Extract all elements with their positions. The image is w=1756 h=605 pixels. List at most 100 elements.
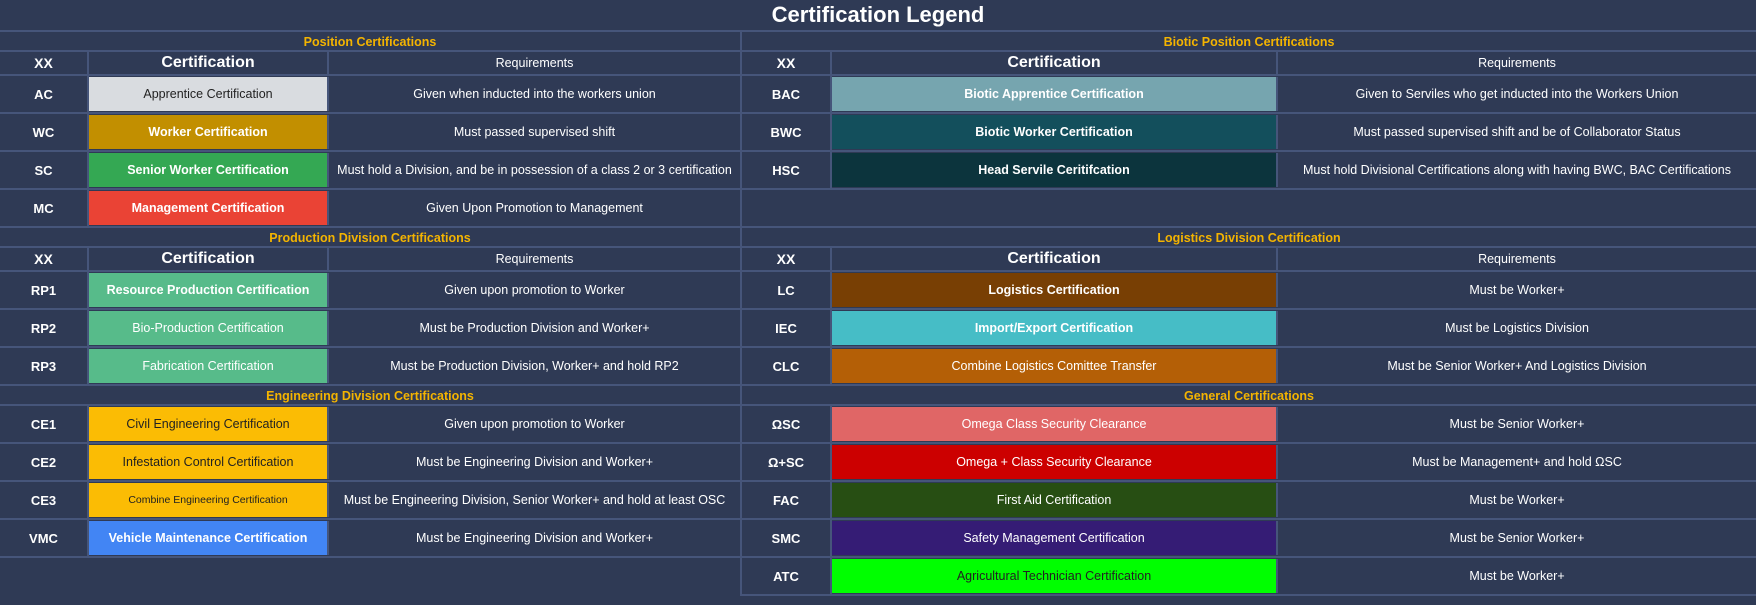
requirements-column-header: Requirements — [1478, 252, 1556, 266]
table-row: WC Worker Certification Must passed superv… — [0, 114, 740, 152]
cert-requirement: Must be Engineering Division and Worker+ — [415, 455, 654, 469]
cert-requirement: Must be Production Division, Worker+ and… — [390, 359, 679, 373]
table-row: IEC Import/Export Certification Must be Lo… — [742, 310, 1756, 348]
cert-name-cell: Omega Class Security Clearance — [832, 407, 1278, 441]
cert-code: WC — [0, 114, 89, 150]
cert-code: ATC — [742, 558, 832, 594]
logistics-section-title: Logistics Division Certification — [742, 228, 1756, 248]
table-row: CE3 Combine Engineering Certification Must… — [0, 482, 740, 520]
table-row: HSC Head Servile Ceritifcation Must hold D… — [742, 152, 1756, 190]
certification-column-header: Certification — [832, 248, 1278, 270]
cert-code: SC — [0, 152, 89, 188]
requirements-column-header: Requirements — [495, 56, 574, 70]
cert-requirement: Must be Engineering Division, Senior Wor… — [343, 493, 726, 507]
empty-row — [742, 190, 1756, 228]
certification-legend-sheet: Certification Legend Position Certificat… — [0, 0, 1756, 605]
cert-name-cell: Import/Export Certification — [832, 311, 1278, 345]
cert-requirement: Must passed supervised shift and be of C… — [1353, 125, 1681, 139]
cert-requirement: Must be Worker+ — [1469, 493, 1565, 507]
cert-name-cell: Management Certification — [89, 191, 329, 225]
cert-code: MC — [0, 190, 89, 226]
logistics-section: Logistics Division Certification XX Certif… — [742, 228, 1756, 386]
cert-name-cell: Omega + Class Security Clearance — [832, 445, 1278, 479]
cert-code: CE2 — [0, 444, 89, 480]
table-header-row: XX Certification Requirements — [742, 248, 1756, 272]
table-row: FAC First Aid Certification Must be Worker… — [742, 482, 1756, 520]
position-section: Position Certifications XX Certification Re… — [0, 32, 740, 228]
cert-name-cell: Head Servile Ceritifcation — [832, 153, 1278, 187]
table-row: ATC Agricultural Technician Certification… — [742, 558, 1756, 596]
cert-name-cell: Fabrication Certification — [89, 349, 329, 383]
cert-requirement: Must be Engineering Division and Worker+ — [415, 531, 654, 545]
table-row: RP2 Bio-Production Certification Must be P… — [0, 310, 740, 348]
cert-code: CLC — [742, 348, 832, 384]
cert-name-cell: Infestation Control Certification — [89, 445, 329, 479]
production-section: Production Division Certifications XX Cert… — [0, 228, 740, 386]
table-row: CE1 Civil Engineering Certification Given … — [0, 406, 740, 444]
biotic-section-title: Biotic Position Certifications — [742, 32, 1756, 52]
cert-name-cell: Agricultural Technician Certification — [832, 559, 1278, 593]
cert-code: BWC — [742, 114, 832, 150]
table-row: CLC Combine Logistics Comittee Transfer Mu… — [742, 348, 1756, 386]
cert-code: SMC — [742, 520, 832, 556]
cert-name-cell: Biotic Apprentice Certification — [832, 77, 1278, 111]
cert-requirement: Must be Worker+ — [1469, 569, 1565, 583]
cert-requirement: Must hold a Division, and be in possessi… — [337, 163, 732, 177]
cert-requirement: Given when inducted into the workers uni… — [413, 87, 656, 101]
cert-code: ΩSC — [742, 406, 832, 442]
right-panel: Biotic Position Certifications XX Certific… — [740, 32, 1756, 596]
code-column-header: XX — [0, 248, 89, 270]
biotic-section: Biotic Position Certifications XX Certific… — [742, 32, 1756, 228]
table-row: BAC Biotic Apprentice Certification Given … — [742, 76, 1756, 114]
table-row: MC Management Certification Given Upon Pro… — [0, 190, 740, 228]
table-row: BWC Biotic Worker Certification Must passe… — [742, 114, 1756, 152]
cert-name-cell: First Aid Certification — [832, 483, 1278, 517]
general-section-title: General Certifications — [742, 386, 1756, 406]
table-header-row: XX Certification Requirements — [0, 52, 740, 76]
cert-code: AC — [0, 76, 89, 112]
cert-name-cell: Biotic Worker Certification — [832, 115, 1278, 149]
table-row: LC Logistics Certification Must be Worker+ — [742, 272, 1756, 310]
requirements-column-header: Requirements — [1478, 56, 1556, 70]
cert-code: Ω+SC — [742, 444, 832, 480]
general-section: General Certifications ΩSC Omega Class Sec… — [742, 386, 1756, 596]
certification-column-header: Certification — [89, 248, 329, 270]
cert-requirement: Given upon promotion to Worker — [444, 417, 625, 431]
cert-name-cell: Combine Logistics Comittee Transfer — [832, 349, 1278, 383]
cert-name-cell: Apprentice Certification — [89, 77, 329, 111]
table-row: AC Apprentice Certification Given when ind… — [0, 76, 740, 114]
cert-code: FAC — [742, 482, 832, 518]
table-row: VMC Vehicle Maintenance Certification Must… — [0, 520, 740, 558]
cert-code: RP3 — [0, 348, 89, 384]
table-row: RP3 Fabrication Certification Must be Prod… — [0, 348, 740, 386]
code-column-header: XX — [742, 52, 832, 74]
cert-requirement: Must be Worker+ — [1469, 283, 1565, 297]
table-row: RP1 Resource Production Certification Give… — [0, 272, 740, 310]
cert-requirement: Must be Senior Worker+ — [1449, 417, 1585, 431]
cert-name-cell: Civil Engineering Certification — [89, 407, 329, 441]
cert-requirement: Must be Senior Worker+ And Logistics Div… — [1387, 359, 1647, 373]
cert-name-cell: Senior Worker Certification — [89, 153, 329, 187]
cert-code: VMC — [0, 520, 89, 556]
cert-name-cell: Combine Engineering Certification — [89, 483, 329, 517]
cert-code: CE3 — [0, 482, 89, 518]
page-title: Certification Legend — [0, 0, 1756, 32]
cert-name-cell: Worker Certification — [89, 115, 329, 149]
table-row: SC Senior Worker Certification Must hold a… — [0, 152, 740, 190]
cert-code: RP1 — [0, 272, 89, 308]
cert-requirement: Given Upon Promotion to Management — [426, 201, 643, 215]
cert-code: CE1 — [0, 406, 89, 442]
cert-name-cell: Vehicle Maintenance Certification — [89, 521, 329, 555]
cert-requirement: Must passed supervised shift — [453, 125, 616, 139]
cert-requirement: Must be Management+ and hold ΩSC — [1412, 455, 1622, 469]
cert-requirement: Must hold Divisional Certifications alon… — [1303, 163, 1731, 177]
cert-code: RP2 — [0, 310, 89, 346]
cert-code: BAC — [742, 76, 832, 112]
position-section-title: Position Certifications — [0, 32, 740, 52]
table-header-row: XX Certification Requirements — [0, 248, 740, 272]
production-section-title: Production Division Certifications — [0, 228, 740, 248]
cert-code: LC — [742, 272, 832, 308]
left-panel: Position Certifications XX Certification Re… — [0, 32, 740, 558]
certification-column-header: Certification — [89, 52, 329, 74]
table-row: ΩSC Omega Class Security Clearance Must be… — [742, 406, 1756, 444]
